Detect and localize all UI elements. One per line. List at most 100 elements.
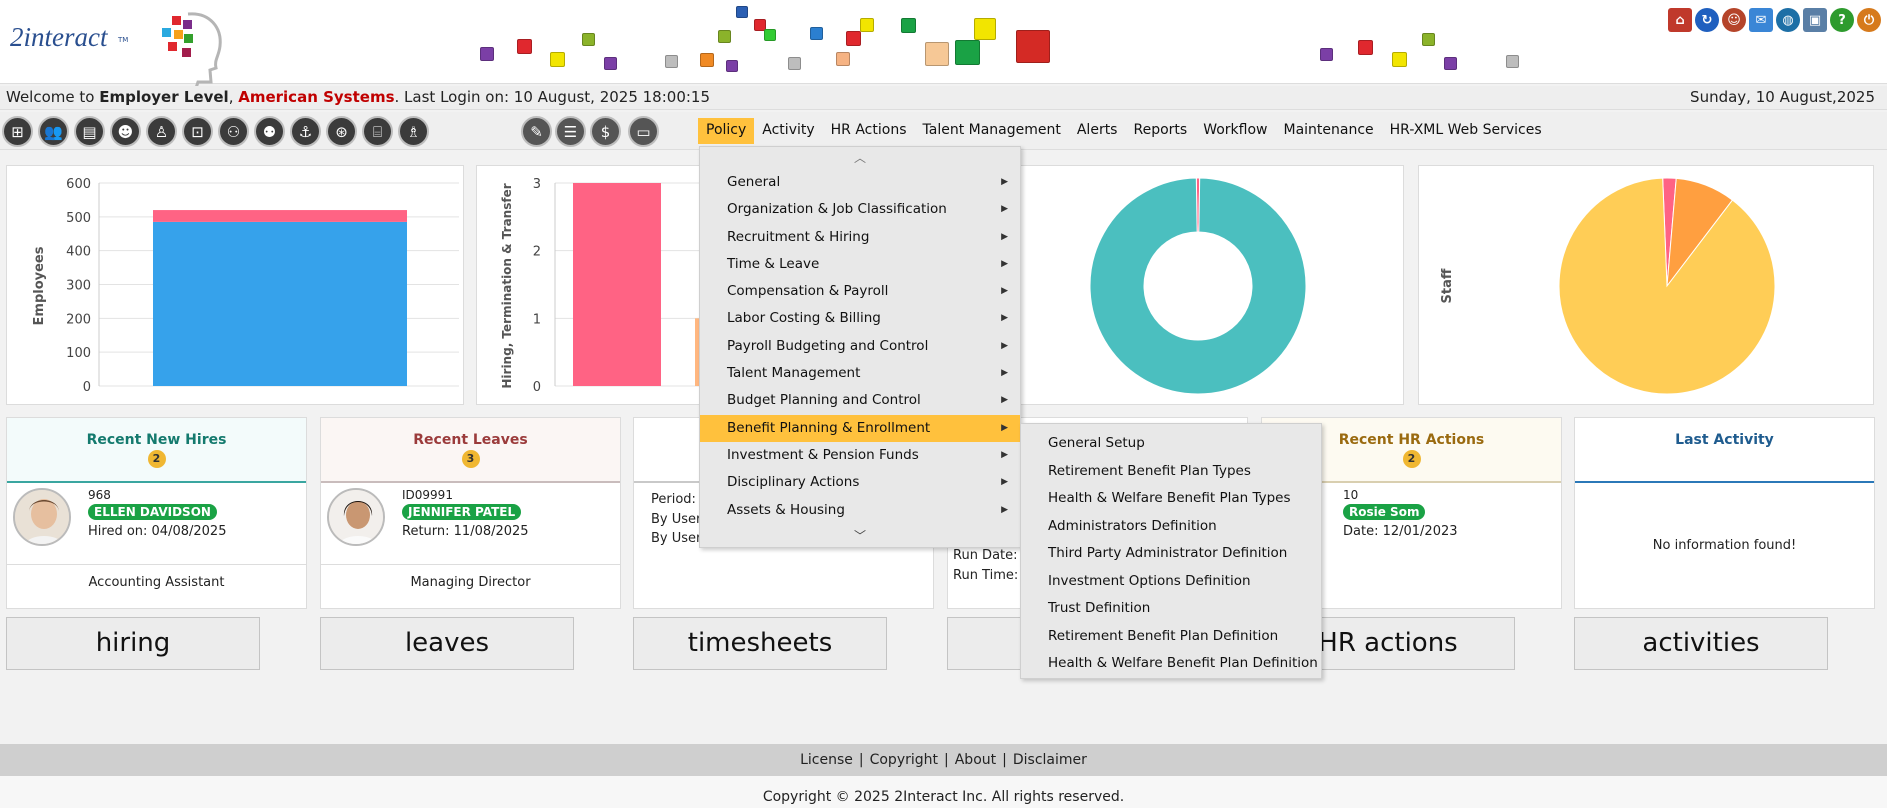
mail-icon[interactable]: ✉ [1749, 8, 1773, 32]
person-icon[interactable]: ♙ [146, 116, 177, 147]
copyright-text: Copyright © 2025 2Interact Inc. All righ… [0, 776, 1887, 808]
decor-square [665, 55, 678, 68]
document-search-icon[interactable]: ✎ [521, 116, 552, 147]
benefit-submenu-item[interactable]: Health & Welfare Benefit Plan Definition [1021, 650, 1321, 678]
benefit-submenu-item[interactable]: Health & Welfare Benefit Plan Types [1021, 485, 1321, 513]
globe-icon[interactable]: ◍ [1776, 8, 1800, 32]
chevron-right-icon: ▶ [1001, 286, 1008, 297]
footer-about-link[interactable]: About [955, 752, 996, 768]
group-icon[interactable]: 👥 [38, 116, 69, 147]
decor-square [1320, 48, 1333, 61]
refresh-icon[interactable]: ↻ [1695, 8, 1719, 32]
chevron-right-icon: ▶ [1001, 231, 1008, 242]
menu-talent-management[interactable]: Talent Management [915, 118, 1069, 144]
team-icon[interactable]: ⚇ [218, 116, 249, 147]
y-tick-label: 600 [66, 177, 91, 192]
policy-menu-item[interactable]: Compensation & Payroll ▶ [700, 278, 1020, 305]
last-activity-title[interactable]: Last Activity [1575, 432, 1874, 448]
employee-name-badge[interactable]: ELLEN DAVIDSON [88, 504, 217, 520]
leaves-button[interactable]: leaves [320, 617, 574, 670]
home-icon[interactable]: ⌂ [1668, 8, 1692, 32]
activities-button[interactable]: activities [1574, 617, 1828, 670]
decor-square [810, 27, 823, 40]
footer-separator: | [944, 752, 949, 768]
menu-reports[interactable]: Reports [1125, 118, 1195, 144]
logout-icon[interactable]: ⏻ [1857, 8, 1881, 32]
scroll-up-icon[interactable]: ︿ [700, 147, 1020, 169]
seated-person-icon[interactable]: ♗ [398, 116, 429, 147]
footer-disclaimer-link[interactable]: Disclaimer [1013, 752, 1087, 768]
couple-icon[interactable]: ⚉ [254, 116, 285, 147]
main-menu: Policy Activity HR Actions Talent Manage… [698, 118, 1550, 144]
help-icon[interactable]: ? [1830, 8, 1854, 32]
footer-copyright-link[interactable]: Copyright [870, 752, 938, 768]
y-tick-label: 500 [66, 211, 91, 226]
card-icon[interactable]: ▭ [628, 116, 659, 147]
footer-license-link[interactable]: License [800, 752, 853, 768]
policy-menu-item[interactable]: Labor Costing & Billing ▶ [700, 305, 1020, 332]
employee-name-badge[interactable]: JENNIFER PATEL [402, 504, 522, 520]
policy-menu-item-label: Disciplinary Actions [727, 474, 860, 491]
decor-square [582, 33, 595, 46]
user-icon[interactable]: ☺ [1722, 8, 1746, 32]
y-tick-label: 2 [533, 245, 541, 260]
desk-icon[interactable]: ⌸ [362, 116, 393, 147]
recent-hires-card: Recent New Hires 2 968 ELLEN DAVIDSON Hi… [6, 417, 307, 609]
policy-menu-item-label: Recruitment & Hiring [727, 228, 870, 245]
bar-segment[interactable] [153, 221, 407, 386]
timesheet-by-user: By User: [651, 512, 706, 527]
decor-square [1392, 52, 1407, 67]
policy-menu-item[interactable]: Budget Planning and Control ▶ [700, 387, 1020, 414]
menu-alerts[interactable]: Alerts [1069, 118, 1126, 144]
menu-workflow[interactable]: Workflow [1195, 118, 1275, 144]
hiring-button[interactable]: hiring [6, 617, 260, 670]
org-chart-icon[interactable]: ⊞ [2, 116, 33, 147]
logo[interactable]: 2interact TM [8, 10, 228, 89]
recent-leaves-title[interactable]: Recent Leaves [321, 432, 620, 448]
benefit-submenu-item[interactable]: Retirement Benefit Plan Types [1021, 458, 1321, 486]
policy-menu-item[interactable]: Disciplinary Actions ▶ [700, 469, 1020, 496]
policy-menu-item[interactable]: Recruitment & Hiring ▶ [700, 224, 1020, 251]
benefit-submenu-item[interactable]: Investment Options Definition [1021, 568, 1321, 596]
menu-maintenance[interactable]: Maintenance [1275, 118, 1381, 144]
employee-name-badge[interactable]: Rosie Som [1343, 504, 1426, 520]
chevron-right-icon: ▶ [1001, 204, 1008, 215]
chevron-right-icon: ▶ [1001, 449, 1008, 460]
run-date: Run Date: [953, 548, 1018, 563]
policy-menu-item[interactable]: Time & Leave ▶ [700, 251, 1020, 278]
menu-hr-xml[interactable]: HR-XML Web Services [1382, 118, 1550, 144]
scroll-down-icon[interactable]: ﹀ [700, 525, 1020, 547]
benefit-submenu-item[interactable]: Administrators Definition [1021, 513, 1321, 541]
benefit-submenu-item[interactable]: Retirement Benefit Plan Definition [1021, 623, 1321, 651]
policy-menu-item[interactable]: Investment & Pension Funds ▶ [700, 442, 1020, 469]
policy-menu-item[interactable]: General ▶ [700, 169, 1020, 196]
timesheets-button[interactable]: timesheets [633, 617, 887, 670]
policy-menu-item[interactable]: Talent Management ▶ [700, 360, 1020, 387]
document-list-icon[interactable]: ☰ [555, 116, 586, 147]
menu-hr-actions[interactable]: HR Actions [823, 118, 915, 144]
money-person-icon[interactable]: $ [590, 116, 621, 147]
staff-chart: Staff [1418, 165, 1874, 405]
decor-square [836, 52, 850, 66]
policy-menu-item[interactable]: Organization & Job Classification ▶ [700, 196, 1020, 223]
benefit-submenu-item[interactable]: Third Party Administrator Definition [1021, 540, 1321, 568]
menu-activity[interactable]: Activity [754, 118, 822, 144]
benefit-submenu-item[interactable]: General Setup [1021, 430, 1321, 458]
chevron-right-icon: ▶ [1001, 177, 1008, 187]
policy-menu-item[interactable]: Payroll Budgeting and Control ▶ [700, 333, 1020, 360]
policy-menu-item[interactable]: Benefit Planning & Enrollment ▶ [700, 414, 1020, 442]
employee-icon[interactable]: ☻ [110, 116, 141, 147]
policy-menu-item[interactable]: Assets & Housing ▶ [700, 497, 1020, 524]
bar-segment[interactable] [153, 210, 407, 222]
network-icon[interactable]: ▣ [1803, 8, 1827, 32]
anchor-person-icon[interactable]: ⚓ [290, 116, 321, 147]
y-tick-label: 100 [66, 346, 91, 361]
benefit-submenu-item[interactable]: Trust Definition [1021, 595, 1321, 623]
menu-policy[interactable]: Policy [698, 118, 755, 144]
presentation-icon[interactable]: ⊡ [182, 116, 213, 147]
bar[interactable] [573, 183, 661, 386]
badge-icon[interactable]: ▤ [74, 116, 105, 147]
meeting-icon[interactable]: ⊛ [326, 116, 357, 147]
recent-hires-title[interactable]: Recent New Hires [7, 432, 306, 448]
benefit-submenu: General Setup Retirement Benefit Plan Typ… [1020, 423, 1322, 679]
